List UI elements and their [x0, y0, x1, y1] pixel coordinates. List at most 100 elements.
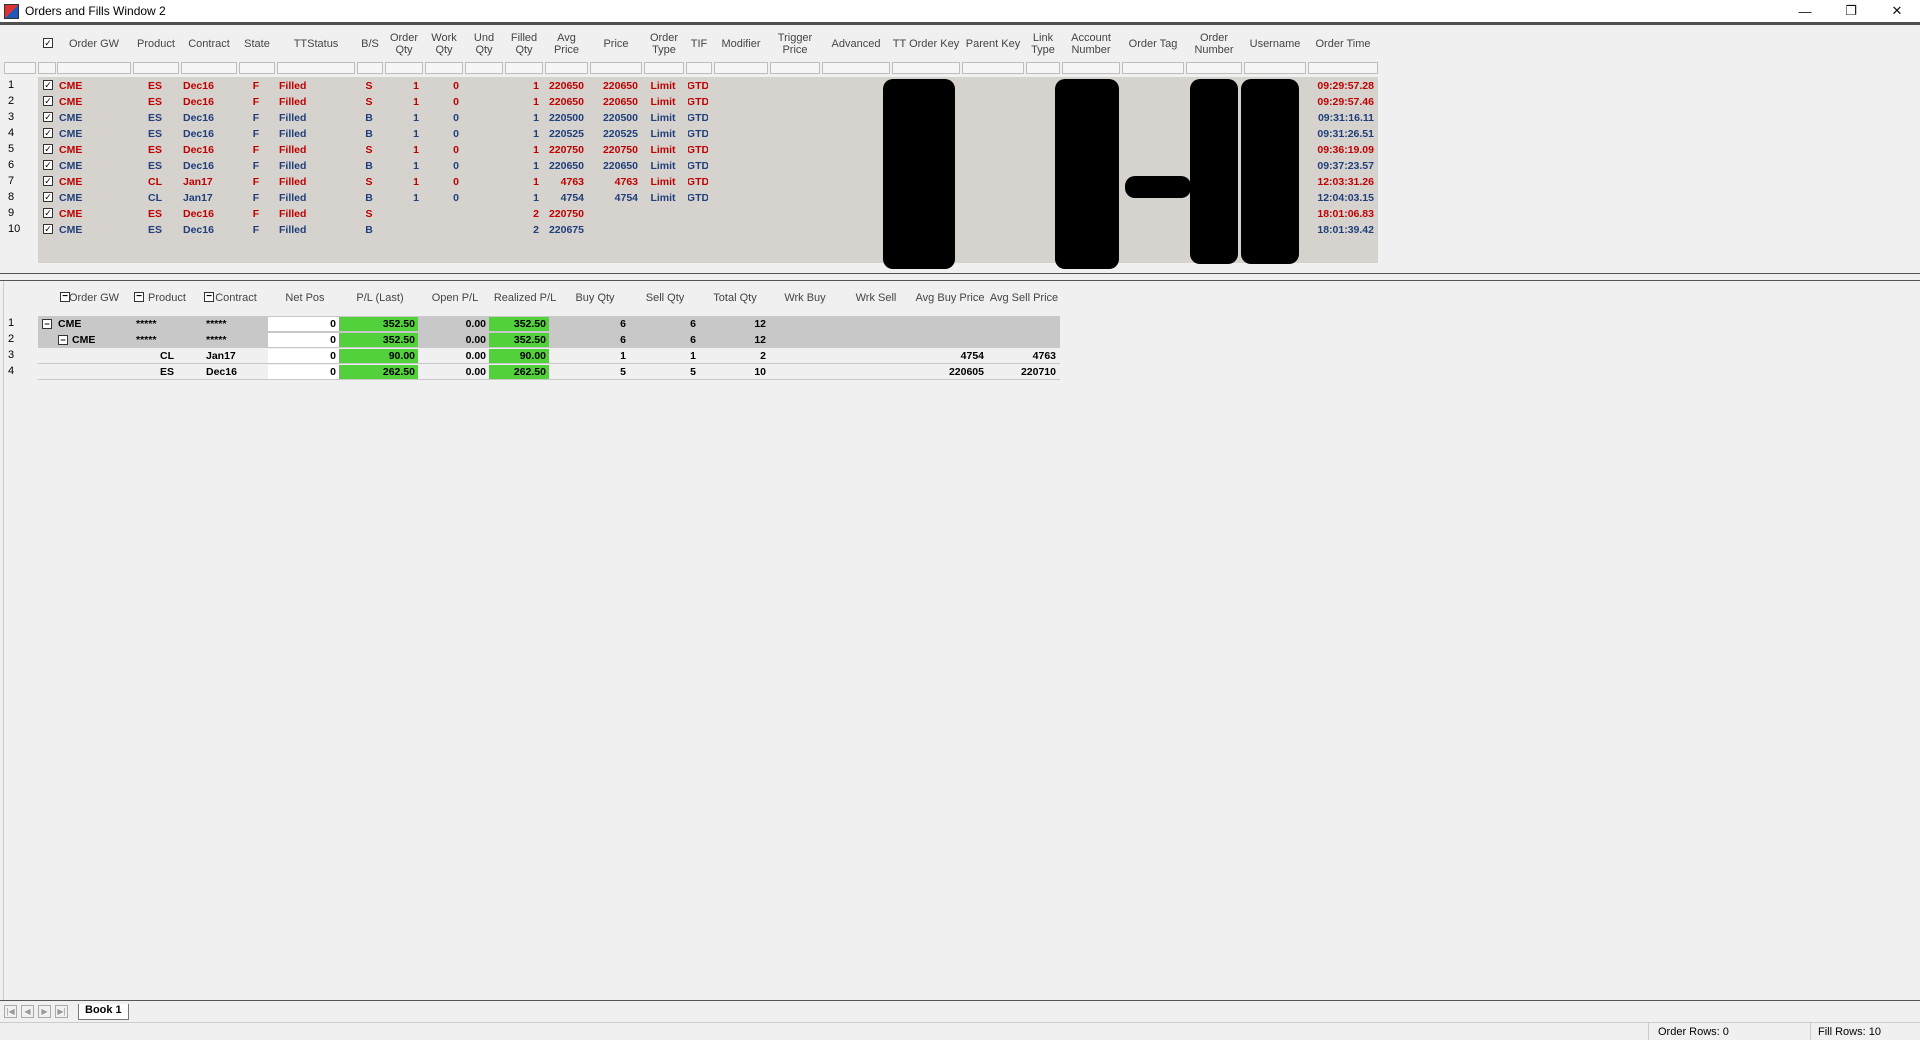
column-header[interactable]: TT Order Key	[891, 28, 961, 60]
column-header[interactable]: Wrk Sell	[840, 283, 912, 313]
column-header[interactable]: Total Qty	[700, 283, 770, 313]
filter-cell[interactable]	[1308, 62, 1378, 74]
row-checkbox[interactable]: ✓	[43, 208, 53, 218]
close-icon[interactable]: ✕	[1874, 0, 1920, 22]
row-checkbox[interactable]: ✓	[43, 80, 53, 90]
filter-cell[interactable]	[239, 62, 275, 74]
position-buy-cell: 1	[620, 350, 626, 362]
collapse-gw-icon[interactable]: −	[42, 319, 52, 329]
prev-sheet-icon[interactable]: ◀	[21, 1005, 34, 1018]
column-header[interactable]: P/L (Last)	[340, 283, 420, 313]
column-header[interactable]: Buy Qty	[560, 283, 630, 313]
column-header[interactable]: Parent Key	[961, 28, 1025, 60]
row-checkbox[interactable]: ✓	[43, 112, 53, 122]
column-header[interactable]: Order GW	[56, 28, 132, 60]
last-sheet-icon[interactable]: ▶|	[55, 1005, 68, 1018]
column-header[interactable]: Username	[1243, 28, 1307, 60]
filter-cell[interactable]	[465, 62, 503, 74]
filter-cell[interactable]	[822, 62, 890, 74]
filter-cell[interactable]	[962, 62, 1024, 74]
column-header[interactable]: Order Time	[1307, 28, 1379, 60]
filter-cell[interactable]	[425, 62, 463, 74]
column-header[interactable]: Product	[132, 28, 180, 60]
filter-cell[interactable]	[1186, 62, 1242, 74]
filter-cell[interactable]	[1026, 62, 1060, 74]
tab-book-1[interactable]: Book 1	[78, 1004, 129, 1020]
column-header[interactable]: Work Qty	[424, 28, 464, 60]
row-checkbox[interactable]: ✓	[43, 128, 53, 138]
filter-cell[interactable]	[385, 62, 423, 74]
filter-cell[interactable]	[590, 62, 642, 74]
column-header[interactable]: Filled Qty	[504, 28, 544, 60]
filter-cell[interactable]	[892, 62, 960, 74]
column-header[interactable]: Order Qty	[384, 28, 424, 60]
row-checkbox[interactable]: ✓	[43, 176, 53, 186]
column-header[interactable]: Order Number	[1185, 28, 1243, 60]
filter-cell[interactable]	[181, 62, 237, 74]
column-header[interactable]: Price	[589, 28, 643, 60]
collapse-contract-icon[interactable]: −	[204, 292, 214, 302]
column-header[interactable]: Wrk Buy	[770, 283, 840, 313]
filter-cell[interactable]	[277, 62, 355, 74]
filter-cell[interactable]	[545, 62, 588, 74]
filter-cell[interactable]	[57, 62, 131, 74]
column-header[interactable]: Avg Buy Price	[912, 283, 988, 313]
restore-icon[interactable]: ❐	[1828, 0, 1874, 22]
filter-cell[interactable]	[357, 62, 383, 74]
next-sheet-icon[interactable]: ▶	[38, 1005, 51, 1018]
first-sheet-icon[interactable]: |◀	[4, 1005, 17, 1018]
order-type-cell	[646, 206, 680, 221]
filter-cell[interactable]	[4, 62, 36, 74]
row-checkbox[interactable]: ✓	[43, 224, 53, 234]
order-wqty-cell	[427, 222, 459, 237]
column-header[interactable]: Trigger Price	[769, 28, 821, 60]
position-grid[interactable]: Order GW Product Contract Net Pos P/L (Last)…	[0, 281, 1920, 381]
filter-cell[interactable]	[686, 62, 712, 74]
column-header[interactable]: Contract	[180, 28, 238, 60]
order-oqty-cell: 1	[413, 159, 419, 172]
filter-cell[interactable]	[644, 62, 684, 74]
column-header[interactable]: Order Tag	[1121, 28, 1185, 60]
row-checkbox[interactable]: ✓	[43, 96, 53, 106]
filter-cell[interactable]	[1122, 62, 1184, 74]
filter-cell[interactable]	[38, 62, 56, 74]
filter-cell[interactable]	[770, 62, 820, 74]
order-oqty-cell: 1	[413, 79, 419, 92]
filter-cell[interactable]	[133, 62, 179, 74]
filter-cell[interactable]	[714, 62, 768, 74]
column-header[interactable]: Modifier	[713, 28, 769, 60]
filter-cell[interactable]	[1244, 62, 1306, 74]
order-type-cell: Limit	[650, 127, 676, 140]
collapse-gw-icon[interactable]: −	[60, 292, 70, 302]
column-header[interactable]: Sell Qty	[630, 283, 700, 313]
column-header[interactable]: Account Number	[1061, 28, 1121, 60]
order-product-cell: ES	[147, 159, 162, 172]
column-header[interactable]: State	[238, 28, 276, 60]
select-all-checkbox[interactable]: ✓	[43, 38, 53, 48]
column-header[interactable]: TTStatus	[276, 28, 356, 60]
column-header[interactable]: Realized P/L	[490, 283, 560, 313]
column-header[interactable]: Link Type	[1025, 28, 1061, 60]
column-header[interactable]: Und Qty	[464, 28, 504, 60]
row-checkbox[interactable]: ✓	[43, 160, 53, 170]
column-header[interactable]: Net Pos	[270, 283, 340, 313]
column-header[interactable]: Open P/L	[420, 283, 490, 313]
column-header[interactable]: Avg Sell Price	[988, 283, 1060, 313]
column-header[interactable]: Order Type	[643, 28, 685, 60]
order-price-cell: 4754	[614, 191, 638, 204]
collapse-product-icon[interactable]: −	[134, 292, 144, 302]
orders-grid[interactable]: ✓ Order GW Product Contract State TTStatus B/S…	[0, 26, 1920, 270]
order-wqty-cell: 0	[453, 111, 459, 124]
row-checkbox[interactable]: ✓	[43, 192, 53, 202]
column-header[interactable]: Advanced	[821, 28, 891, 60]
position-avgsell-cell: 220710	[1020, 366, 1056, 378]
position-sell-cell: 5	[690, 366, 696, 378]
collapse-gw-icon[interactable]: −	[58, 335, 68, 345]
minimize-icon[interactable]: —	[1782, 0, 1828, 22]
column-header[interactable]: Avg Price	[544, 28, 589, 60]
filter-cell[interactable]	[1062, 62, 1120, 74]
column-header[interactable]: TIF	[685, 28, 713, 60]
column-header[interactable]: B/S	[356, 28, 384, 60]
row-checkbox[interactable]: ✓	[43, 144, 53, 154]
filter-cell[interactable]	[505, 62, 543, 74]
